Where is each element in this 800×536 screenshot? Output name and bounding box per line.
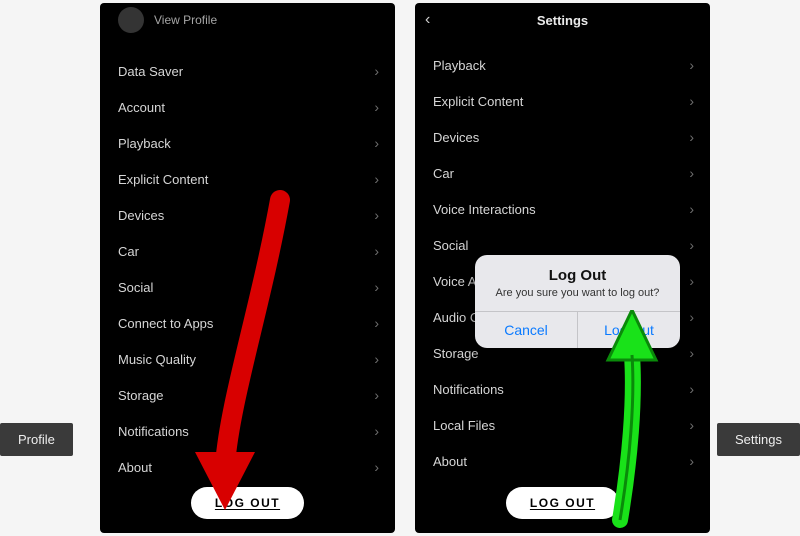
row-notifications[interactable]: Notifications › [100,413,395,449]
settings-list-left: Data Saver › Account › Playback › Explicit … [100,43,395,485]
settings-header: ‹ Settings [415,3,710,37]
chevron-right-icon: › [689,273,694,289]
chevron-right-icon: › [689,381,694,397]
row-storage[interactable]: Storage › [100,377,395,413]
dialog-confirm-button[interactable]: Log Out [577,312,680,348]
row-voice-interactions[interactable]: Voice Interactions › [415,191,710,227]
settings-row-label: Devices [118,208,164,223]
row-playback[interactable]: Playback › [100,125,395,161]
settings-row-label: Notifications [118,424,189,439]
settings-row-label: Notifications [433,382,504,397]
chevron-right-icon: › [374,423,379,439]
chevron-right-icon: › [374,99,379,115]
row-devices[interactable]: Devices › [415,119,710,155]
chevron-right-icon: › [689,453,694,469]
row-notifications[interactable]: Notifications › [415,371,710,407]
chevron-right-icon: › [689,93,694,109]
settings-row-label: Explicit Content [118,172,208,187]
row-local-files[interactable]: Local Files › [415,407,710,443]
logout-button[interactable]: LOG OUT [191,487,304,519]
row-car[interactable]: Car › [100,233,395,269]
row-connect-to-apps[interactable]: Connect to Apps › [100,305,395,341]
chevron-right-icon: › [689,201,694,217]
settings-row-label: Playback [433,58,486,73]
settings-row-label: Local Files [433,418,495,433]
view-profile-label: View Profile [154,13,217,27]
row-about[interactable]: About › [100,449,395,485]
row-car[interactable]: Car › [415,155,710,191]
chevron-right-icon: › [374,171,379,187]
chevron-right-icon: › [374,387,379,403]
settings-row-label: Social [433,238,468,253]
settings-row-label: Devices [433,130,479,145]
chevron-right-icon: › [689,165,694,181]
logout-wrap: LOG OUT [415,487,710,519]
dialog-title: Log Out [475,255,680,287]
settings-row-label: Car [118,244,139,259]
settings-row-label: Playback [118,136,171,151]
chevron-right-icon: › [374,279,379,295]
row-explicit-content[interactable]: Explicit Content › [415,83,710,119]
settings-row-label: About [118,460,152,475]
settings-row-label: Audio C [433,310,479,325]
screenshot-profile-settings: View Profile Data Saver › Account › Playba… [100,3,395,533]
row-music-quality[interactable]: Music Quality › [100,341,395,377]
chevron-right-icon: › [374,459,379,475]
row-account[interactable]: Account › [100,89,395,125]
caption-profile: Profile [0,423,73,456]
settings-row-label: Voice Interactions [433,202,536,217]
profile-header[interactable]: View Profile [100,3,395,43]
settings-row-label: Car [433,166,454,181]
row-data-saver[interactable]: Data Saver › [100,53,395,89]
chevron-right-icon: › [374,63,379,79]
row-social[interactable]: Social › [100,269,395,305]
avatar [118,7,144,33]
settings-row-label: Voice A [433,274,476,289]
dialog-message: Are you sure you want to log out? [475,287,680,311]
logout-button[interactable]: LOG OUT [506,487,619,519]
chevron-right-icon: › [689,237,694,253]
chevron-right-icon: › [374,243,379,259]
chevron-right-icon: › [374,135,379,151]
settings-row-label: Data Saver [118,64,183,79]
row-explicit-content[interactable]: Explicit Content › [100,161,395,197]
back-chevron-icon[interactable]: ‹ [425,11,430,29]
settings-row-label: Social [118,280,153,295]
caption-settings: Settings [717,423,800,456]
screenshot-settings-confirm: ‹ Settings Playback › Explicit Content › D… [415,3,710,533]
chevron-right-icon: › [689,345,694,361]
chevron-right-icon: › [689,417,694,433]
settings-row-label: Account [118,100,165,115]
row-playback[interactable]: Playback › [415,47,710,83]
row-about[interactable]: About › [415,443,710,479]
row-devices[interactable]: Devices › [100,197,395,233]
chevron-right-icon: › [689,129,694,145]
logout-wrap: LOG OUT [100,487,395,519]
settings-row-label: Storage [118,388,164,403]
settings-row-label: Connect to Apps [118,316,213,331]
settings-title: Settings [537,13,588,28]
chevron-right-icon: › [689,309,694,325]
chevron-right-icon: › [689,57,694,73]
logout-confirm-dialog: Log Out Are you sure you want to log out… [475,255,680,348]
chevron-right-icon: › [374,207,379,223]
chevron-right-icon: › [374,351,379,367]
chevron-right-icon: › [374,315,379,331]
settings-row-label: Explicit Content [433,94,523,109]
settings-row-label: Music Quality [118,352,196,367]
dialog-cancel-button[interactable]: Cancel [475,312,577,348]
settings-row-label: About [433,454,467,469]
settings-row-label: Storage [433,346,479,361]
